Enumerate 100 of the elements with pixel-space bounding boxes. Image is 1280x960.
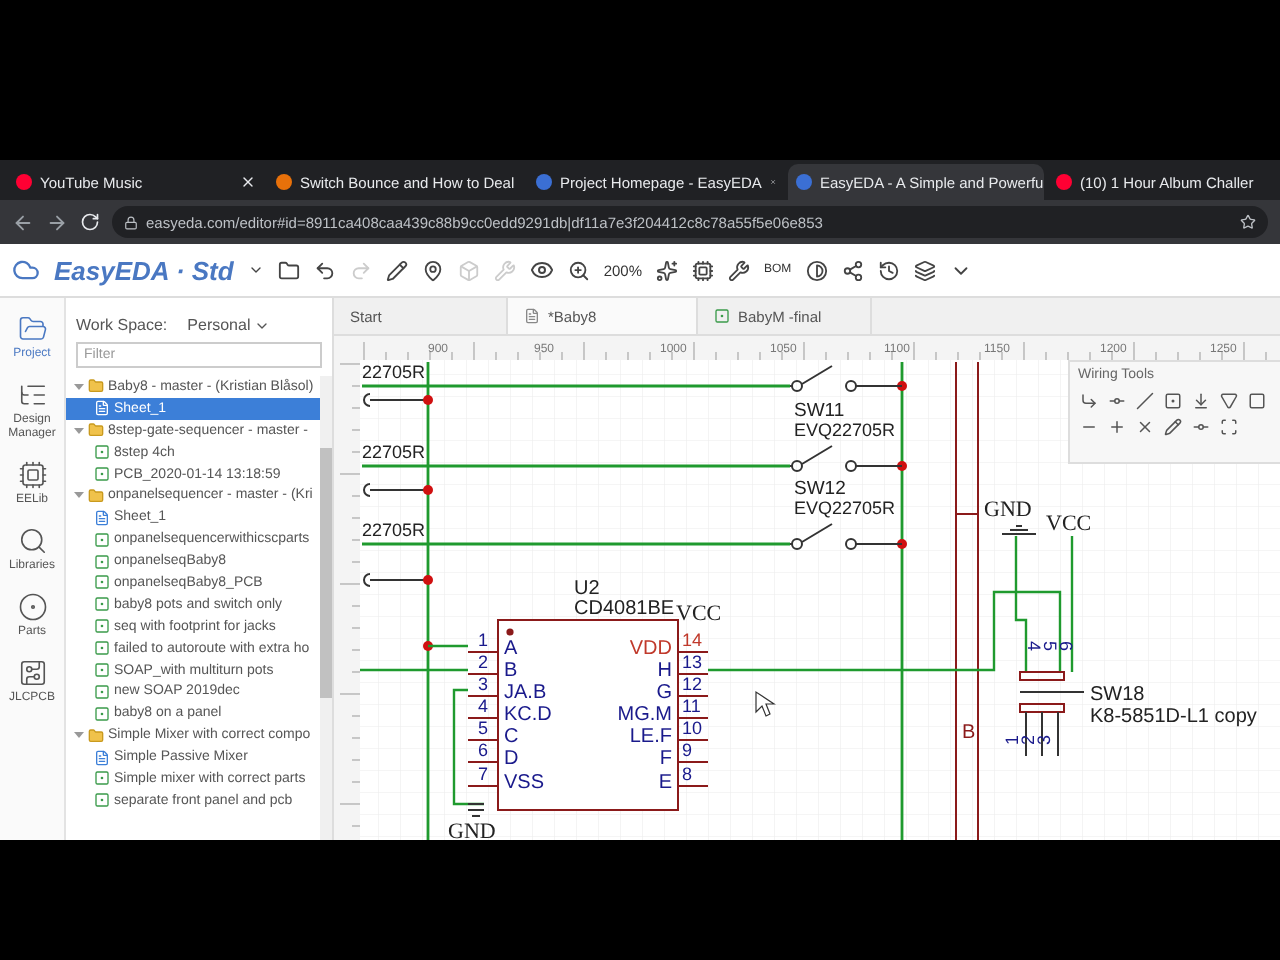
pin-stub[interactable] xyxy=(363,393,429,407)
pencil-icon[interactable] xyxy=(1164,418,1182,436)
eye-icon[interactable] xyxy=(529,258,554,282)
undo-icon[interactable] xyxy=(313,259,336,281)
chip-icon[interactable] xyxy=(692,259,715,281)
pin-name: VDD xyxy=(629,638,672,660)
plus-icon[interactable] xyxy=(1108,418,1126,436)
search-icon[interactable] xyxy=(17,526,47,556)
board-icon xyxy=(94,683,110,700)
sparkles-icon[interactable] xyxy=(656,259,679,281)
circuit-board-icon[interactable] xyxy=(17,658,47,688)
junction-dot xyxy=(897,381,907,391)
pin-line[interactable] xyxy=(467,673,499,675)
switch-part: EVQ22705R xyxy=(794,420,896,440)
scroll-bar[interactable] xyxy=(320,376,332,840)
back-icon[interactable] xyxy=(12,211,34,233)
list-tree-icon[interactable] xyxy=(17,380,47,410)
folder-icon[interactable] xyxy=(277,259,300,281)
circle-icon[interactable] xyxy=(17,592,47,622)
expand-arrow-icon[interactable] xyxy=(74,381,84,392)
workspace-label: Work Space: xyxy=(76,316,168,334)
net-label: 22705R xyxy=(362,442,426,462)
forward-icon[interactable] xyxy=(46,211,68,233)
star-icon[interactable] xyxy=(1240,214,1256,230)
pin-one-dot xyxy=(506,628,514,636)
scan-icon[interactable] xyxy=(1220,418,1238,436)
workspace-select[interactable]: Personal xyxy=(187,316,251,334)
pin-line[interactable] xyxy=(677,785,709,787)
chip-body[interactable] xyxy=(497,619,679,811)
zoom-icon[interactable] xyxy=(567,259,590,281)
switch-part: EVQ22705R xyxy=(794,498,896,518)
folder-icon[interactable] xyxy=(17,314,47,344)
board-icon xyxy=(94,574,110,591)
pin-line[interactable] xyxy=(467,785,499,787)
layers-icon[interactable] xyxy=(913,259,936,281)
chip-icon[interactable] xyxy=(17,460,47,490)
pin-line[interactable] xyxy=(677,695,709,697)
pin-line[interactable] xyxy=(677,651,709,653)
pin-name: MG.M xyxy=(617,704,672,726)
folder-icon xyxy=(88,378,104,395)
junction-dot xyxy=(897,461,907,471)
expand-arrow-icon[interactable] xyxy=(74,490,84,501)
pin-name: E xyxy=(658,772,672,794)
x-icon[interactable] xyxy=(1136,418,1154,436)
pin-line[interactable] xyxy=(677,717,709,719)
caret-icon[interactable] xyxy=(247,262,264,278)
pin-stub[interactable] xyxy=(363,483,429,497)
ground-symbol[interactable] xyxy=(1001,525,1037,535)
contrast-icon[interactable] xyxy=(805,259,828,281)
pin-line[interactable] xyxy=(677,739,709,741)
slash-icon[interactable] xyxy=(1136,392,1154,410)
pin-stub[interactable] xyxy=(363,573,429,587)
switch-symbol[interactable] xyxy=(789,365,903,392)
switch-symbol[interactable] xyxy=(789,445,903,472)
pencil-icon[interactable] xyxy=(385,259,408,281)
junction-dot xyxy=(423,395,433,405)
corner-arrow-icon[interactable] xyxy=(1080,392,1098,410)
square-icon[interactable] xyxy=(1248,392,1266,410)
history-icon[interactable] xyxy=(877,259,900,281)
board-icon xyxy=(94,444,110,461)
pin-line[interactable] xyxy=(677,761,709,763)
cloud-logo-icon xyxy=(12,256,40,284)
pin-line[interactable] xyxy=(467,761,499,763)
caret-icon[interactable] xyxy=(254,318,271,334)
pin-number: 4 xyxy=(1024,641,1044,651)
ground-label: GND xyxy=(984,498,1032,522)
chip-part: CD4081BE xyxy=(574,598,675,620)
switch-part: K8-5851D-L1 copy xyxy=(1090,706,1257,728)
commit-icon[interactable] xyxy=(1192,418,1210,436)
reload-icon[interactable] xyxy=(80,212,100,232)
switch-symbol[interactable] xyxy=(789,523,903,550)
share-icon[interactable] xyxy=(841,259,864,281)
expand-arrow-icon[interactable] xyxy=(74,425,84,436)
ground-symbol[interactable] xyxy=(467,803,485,817)
wrench-icon[interactable] xyxy=(728,259,751,281)
bus[interactable] xyxy=(955,361,979,840)
pin-line[interactable] xyxy=(467,717,499,719)
pin-icon[interactable] xyxy=(421,259,444,281)
wire[interactable] xyxy=(1070,536,1074,672)
switch-symbol[interactable] xyxy=(1019,671,1085,757)
pin-name: G xyxy=(656,682,672,704)
board-icon xyxy=(94,618,110,635)
pin-number: 1 xyxy=(1002,735,1022,745)
close-icon[interactable] xyxy=(240,174,256,190)
pin-number: 6 xyxy=(478,740,489,760)
junction-dot xyxy=(423,575,433,585)
arrow-down-line-icon[interactable] xyxy=(1192,392,1210,410)
triangle-icon[interactable] xyxy=(1220,392,1238,410)
pin-number: 1 xyxy=(478,630,489,650)
commit-icon[interactable] xyxy=(1108,392,1126,410)
pin-number: 14 xyxy=(682,630,703,650)
board-icon xyxy=(94,553,110,570)
pin-number: 3 xyxy=(1034,735,1054,745)
pin-line[interactable] xyxy=(467,695,499,697)
pin-line[interactable] xyxy=(467,739,499,741)
expand-arrow-icon[interactable] xyxy=(74,730,84,741)
pin-line[interactable] xyxy=(467,651,499,653)
board-icon xyxy=(94,640,110,657)
switch-ref: SW18 xyxy=(1090,684,1145,706)
pin-line[interactable] xyxy=(677,673,709,675)
